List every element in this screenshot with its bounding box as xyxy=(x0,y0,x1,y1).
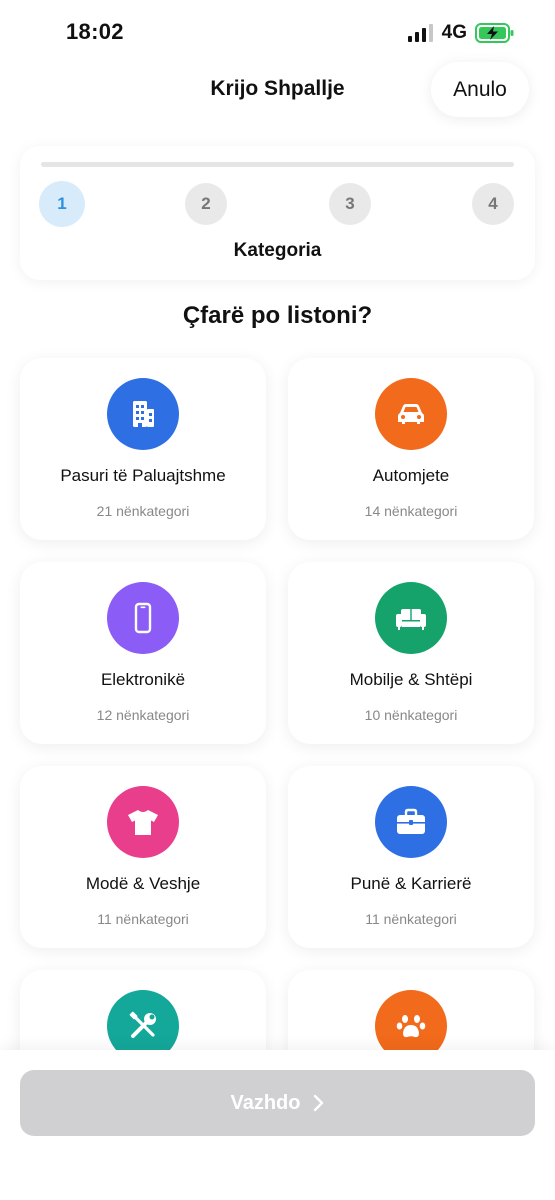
category-name: Elektronikë xyxy=(100,670,186,689)
status-time: 18:02 xyxy=(66,19,124,44)
network-type: 4G xyxy=(441,22,467,43)
category-count: 10 nënkategori xyxy=(364,707,458,723)
category-card-jobs[interactable]: Punë & Karrierë 11 nënkategori xyxy=(288,766,534,948)
category-card-real-estate[interactable]: Pasuri të Paluajtshme 21 nënkategori xyxy=(20,358,266,540)
section-heading: Çfarë po listoni? xyxy=(182,302,373,329)
briefcase-icon xyxy=(375,786,447,858)
category-name: Punë & Karrierë xyxy=(350,874,472,893)
category-card-electronics[interactable]: Elektronikë 12 nënkategori xyxy=(20,562,266,744)
stepper: 1 2 3 4 Kategoria xyxy=(20,146,535,280)
step-2: 2 xyxy=(185,183,227,225)
signal-icon xyxy=(407,24,433,42)
step-label: Kategoria xyxy=(233,240,322,261)
sofa-icon xyxy=(375,582,447,654)
category-card-fashion[interactable]: Modë & Veshje 11 nënkategori xyxy=(20,766,266,948)
continue-button[interactable]: Vazhdo xyxy=(20,1070,535,1136)
category-card-furniture[interactable]: Mobilje & Shtëpi 10 nënkategori xyxy=(288,562,534,744)
category-card-vehicles[interactable]: Automjete 14 nënkategori xyxy=(288,358,534,540)
category-count: 12 nënkategori xyxy=(96,707,190,723)
category-count: 14 nënkategori xyxy=(364,503,458,519)
battery-charging-icon xyxy=(475,23,514,43)
status-icons: 4G xyxy=(407,22,515,44)
continue-label: Vazhdo xyxy=(230,1091,301,1114)
building-icon xyxy=(107,378,179,450)
category-name: Pasuri të Paluajtshme xyxy=(60,466,226,485)
category-name: Mobilje & Shtëpi xyxy=(349,670,473,689)
category-count: 11 nënkategori xyxy=(97,911,189,927)
category-name: Automjete xyxy=(372,466,450,485)
category-name: Modë & Veshje xyxy=(85,874,201,893)
step-1: 1 xyxy=(39,181,85,227)
chevron-right-icon xyxy=(313,1094,323,1112)
shirt-icon xyxy=(107,786,179,858)
phone-icon xyxy=(107,582,179,654)
step-4: 4 xyxy=(472,183,514,225)
car-icon xyxy=(375,378,447,450)
step-3: 3 xyxy=(329,183,371,225)
bottom-bar: Vazhdo xyxy=(0,1050,555,1200)
cancel-button[interactable]: Anulo xyxy=(431,62,529,117)
progress-bar xyxy=(41,162,514,167)
category-count: 11 nënkategori xyxy=(365,911,457,927)
category-count: 21 nënkategori xyxy=(96,503,190,519)
